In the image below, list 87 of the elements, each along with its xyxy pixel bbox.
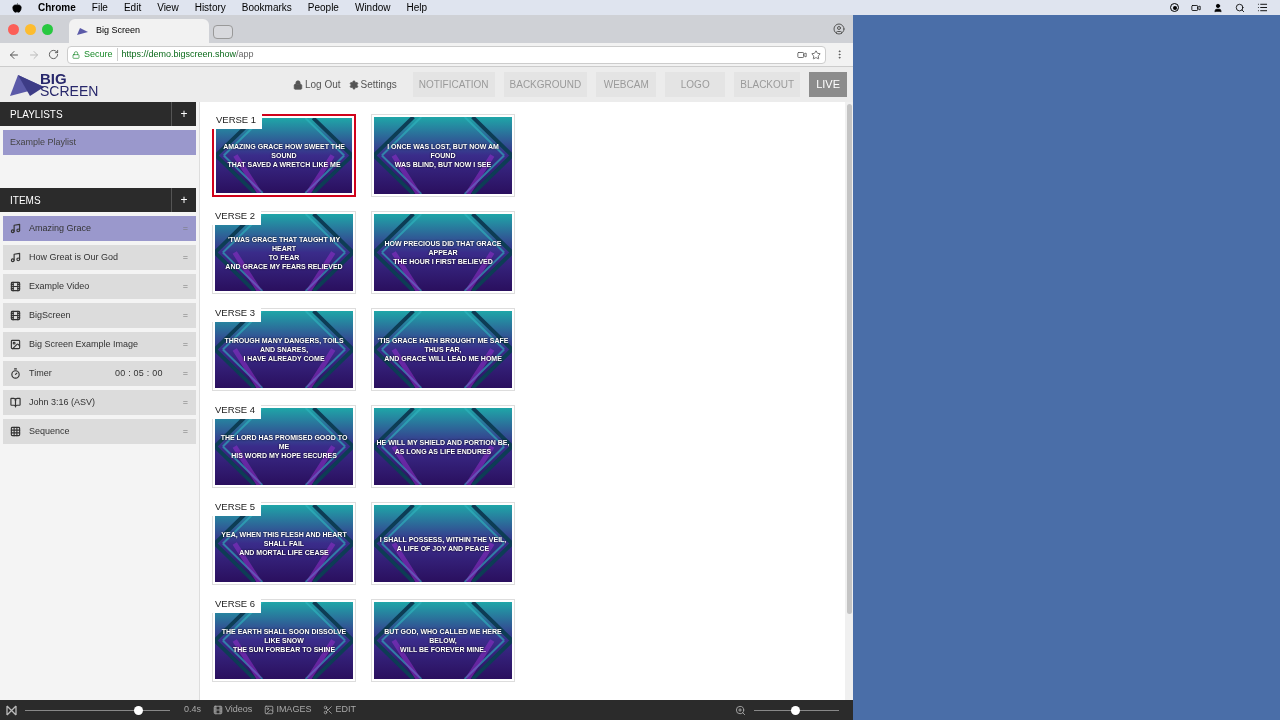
drag-handle[interactable]: = (182, 337, 188, 352)
grid-icon (10, 426, 21, 437)
menu-item[interactable]: View (157, 0, 179, 15)
verse-label: VERSE 1 (210, 112, 263, 129)
playlist-item[interactable]: Example Playlist (3, 130, 196, 155)
verse-label: VERSE 4 (209, 402, 262, 419)
playlist-item[interactable]: Big Screen Example Image = (3, 332, 196, 357)
transition-slider[interactable] (25, 705, 170, 715)
playlist-item[interactable]: Sequence = (3, 419, 196, 444)
drag-handle[interactable]: = (182, 250, 188, 265)
item-label: Big Screen Example Image (29, 337, 140, 351)
verse-label: VERSE 2 (209, 208, 262, 225)
bottom-button[interactable]: IMAGES (264, 703, 312, 717)
bottom-button[interactable]: Videos (213, 703, 253, 717)
back-icon[interactable] (8, 48, 20, 61)
slider-thumb[interactable] (790, 705, 800, 715)
menu-item[interactable]: People (307, 0, 339, 15)
item-label: BigScreen (29, 308, 72, 322)
list-icon[interactable] (1257, 2, 1268, 13)
menu-item[interactable]: Edit (123, 0, 142, 15)
item-label: How Great is Our God (29, 250, 120, 264)
item-label: Amazing Grace (29, 221, 93, 235)
timer-value: 00 : 05 : 00 (115, 366, 163, 380)
lock-icon (293, 79, 303, 90)
browser-tab[interactable]: Big Screen (69, 19, 209, 43)
drag-handle[interactable]: = (182, 308, 188, 323)
image-icon (264, 705, 275, 715)
section-title: PLAYLISTS (9, 107, 64, 122)
scrollbar[interactable] (845, 102, 853, 700)
add-button[interactable]: + (171, 102, 196, 126)
bottom-button[interactable]: EDIT (323, 703, 356, 717)
image-icon (10, 339, 21, 350)
search-icon[interactable] (1235, 2, 1245, 13)
playlist-item[interactable]: How Great is Our God = (3, 245, 196, 270)
item-label: Timer (29, 366, 53, 380)
section-title: ITEMS (9, 193, 42, 208)
drag-handle[interactable]: = (182, 279, 188, 294)
playlist-item[interactable]: Amazing Grace = (3, 216, 196, 241)
address-field[interactable]: Secure https://demo.bigscreen.show/app (67, 45, 826, 64)
verse-label: VERSE 3 (209, 305, 262, 322)
logo-text: BIG (40, 71, 67, 85)
slider-thumb[interactable] (134, 705, 144, 715)
lock-icon (72, 50, 80, 59)
playlist-item[interactable]: BigScreen = (3, 303, 196, 328)
menu-item[interactable]: File (91, 0, 108, 15)
menu-item[interactable]: Chrome (38, 0, 76, 15)
logo-icon (77, 26, 88, 36)
secure-label: Secure (84, 47, 118, 62)
item-label: Example Video (29, 279, 91, 293)
menu-item[interactable]: Window (354, 0, 391, 15)
url-text: https://demo.bigscreen.show/app (121, 47, 254, 61)
menu-item[interactable]: History (194, 0, 226, 15)
zoom-slider[interactable] (754, 705, 839, 715)
film-icon (10, 281, 21, 292)
scissors-icon (323, 705, 334, 715)
zoom-icon (735, 704, 746, 716)
duration-label: 0.4s (184, 703, 201, 717)
drag-handle[interactable]: = (182, 395, 188, 410)
verse-label: VERSE 5 (209, 499, 262, 516)
menu-item[interactable]: Help (406, 0, 428, 15)
drag-handle[interactable]: = (182, 366, 188, 381)
verse-label: VERSE 6 (209, 596, 262, 613)
user-icon[interactable] (1213, 2, 1223, 13)
menu-item[interactable]: Bookmarks (241, 0, 292, 15)
film-icon (213, 705, 223, 715)
settings-icon (348, 79, 359, 90)
camera-icon[interactable] (1191, 2, 1201, 13)
film-icon (10, 310, 21, 321)
drag-handle[interactable]: = (182, 424, 188, 439)
settings-link[interactable]: Settings (348, 77, 397, 92)
playlist-item[interactable]: Example Video = (3, 274, 196, 299)
bookmark-star-icon[interactable] (811, 49, 821, 60)
item-label: Sequence (29, 424, 71, 438)
music-note-icon (10, 223, 21, 234)
book-icon (10, 397, 21, 408)
transition-icon[interactable] (6, 704, 17, 716)
item-label: John 3:16 (ASV) (29, 395, 97, 409)
logout-link[interactable]: Log Out (293, 77, 341, 92)
stopwatch-icon (10, 368, 21, 379)
music-note-icon (10, 252, 21, 263)
profile-icon[interactable] (833, 23, 845, 35)
playlist-item[interactable]: John 3:16 (ASV) = (3, 390, 196, 415)
add-button[interactable]: + (171, 188, 196, 212)
apple-icon[interactable] (12, 2, 22, 13)
reload-icon[interactable] (48, 49, 59, 60)
playlist-item[interactable]: Timer 00 : 05 : 00 = (3, 361, 196, 386)
logo-text: SCREEN (40, 84, 99, 98)
